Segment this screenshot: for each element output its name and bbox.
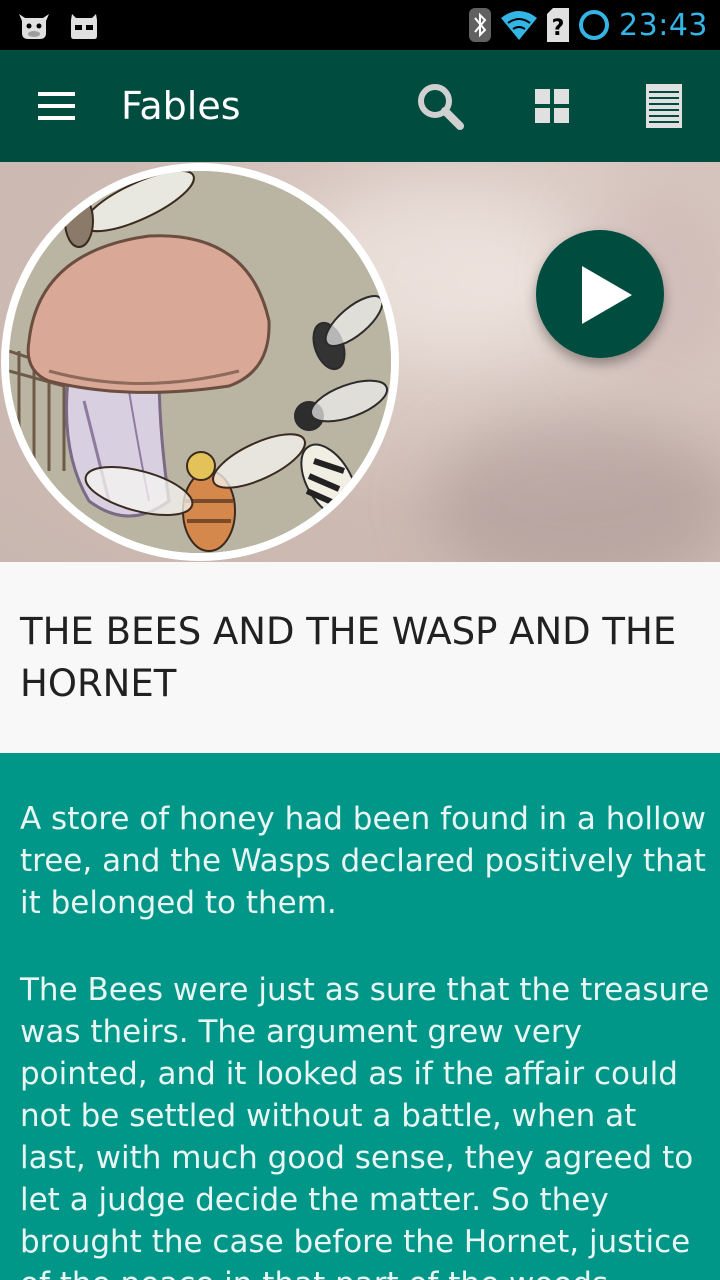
sim-unknown-icon: ? [547, 8, 570, 42]
fable-illustration [1, 163, 399, 561]
sync-ring-icon [579, 10, 610, 40]
system-icons: ? 23:43 [469, 6, 708, 44]
search-icon[interactable] [410, 76, 470, 136]
story-paragraph: A store of honey had been found in a hol… [20, 801, 706, 921]
play-button[interactable] [536, 230, 664, 358]
status-bar: ? 23:43 [0, 0, 720, 50]
cow-notification-icon [19, 14, 49, 39]
svg-text:?: ? [552, 16, 565, 41]
clock: 23:43 [619, 7, 708, 43]
story-title: THE BEES AND THE WASP AND THE HORNET [20, 610, 677, 705]
hero-banner [0, 162, 720, 562]
bluetooth-icon [469, 8, 492, 42]
grid-view-icon[interactable] [522, 76, 582, 136]
list-view-icon[interactable] [634, 76, 694, 136]
story-paragraph: The Bees were just as sure that the trea… [20, 972, 710, 1280]
play-icon [582, 266, 632, 324]
bees-wasp-hornet-illustration [9, 171, 391, 553]
notification-icons [16, 6, 102, 42]
story-title-section: THE BEES AND THE WASP AND THE HORNET [0, 562, 720, 753]
story-content: A store of honey had been found in a hol… [0, 753, 720, 1280]
android-notification-icon [71, 14, 97, 39]
hamburger-menu-icon[interactable] [24, 82, 88, 130]
app-toolbar: Fables [0, 50, 720, 162]
wifi-icon [501, 11, 538, 40]
app-title: Fables [121, 84, 241, 128]
